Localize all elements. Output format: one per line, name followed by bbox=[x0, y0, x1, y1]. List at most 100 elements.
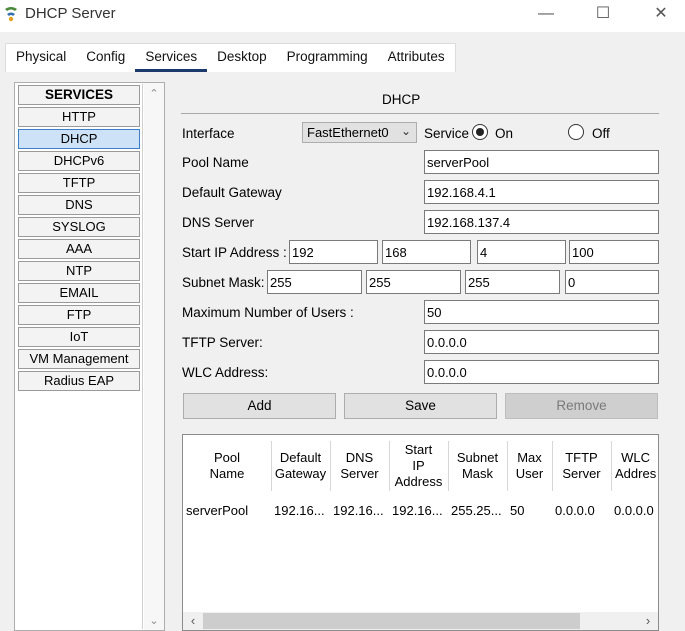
service-item-dhcp[interactable]: DHCP bbox=[18, 129, 140, 149]
table-cell: 192.16... bbox=[274, 503, 325, 518]
scroll-right-icon[interactable]: › bbox=[639, 612, 657, 630]
subnet-label: Subnet Mask: bbox=[182, 275, 265, 290]
column-header-label: WLC Addres bbox=[615, 450, 657, 481]
scroll-down-icon[interactable]: ⌄ bbox=[144, 612, 164, 630]
dns-label: DNS Server bbox=[182, 215, 255, 230]
service-off-label: Off bbox=[592, 126, 610, 141]
services-list-scrollbar[interactable]: ⌃ ⌄ bbox=[144, 83, 164, 630]
title-bar: DHCP Server — ☐ ✕ bbox=[0, 0, 685, 30]
service-item-email[interactable]: EMAIL bbox=[18, 283, 140, 303]
table-cell: 192.16... bbox=[392, 503, 443, 518]
service-item-radius-eap[interactable]: Radius EAP bbox=[18, 371, 140, 391]
dhcp-panel: DHCP Interface FastEthernet0 ⌄ Service O… bbox=[169, 82, 672, 631]
gateway-field[interactable]: 192.168.4.1 bbox=[424, 180, 659, 204]
tftp-label: TFTP Server: bbox=[182, 335, 263, 350]
service-on-radio[interactable] bbox=[472, 124, 488, 140]
services-list-items: SERVICES HTTP DHCP DHCPv6 TFTP DNS SYSLO… bbox=[16, 84, 143, 629]
column-header[interactable]: TFTP Server bbox=[552, 435, 611, 497]
table-cell: 192.16... bbox=[333, 503, 384, 518]
column-header-label: Pool Name bbox=[209, 450, 245, 481]
service-on-label: On bbox=[495, 126, 514, 141]
dns-field[interactable]: 192.168.137.4 bbox=[424, 210, 659, 234]
interface-label: Interface bbox=[182, 126, 235, 141]
column-header-label: TFTP Server bbox=[562, 450, 601, 481]
remove-button[interactable]: Remove bbox=[505, 393, 658, 419]
wlc-field[interactable]: 0.0.0.0 bbox=[424, 360, 659, 384]
start-ip-octet-4[interactable]: 100 bbox=[569, 240, 659, 264]
panel-title: DHCP bbox=[382, 92, 421, 107]
start-ip-octet-2[interactable]: 168 bbox=[382, 240, 471, 264]
table-cell: 0.0.0.0 bbox=[614, 503, 654, 518]
service-item-aaa[interactable]: AAA bbox=[18, 239, 140, 259]
wlc-label: WLC Address: bbox=[182, 365, 269, 380]
interface-value: FastEthernet0 bbox=[307, 125, 389, 140]
tab-list: Physical Config Services Desktop Program… bbox=[5, 43, 456, 72]
scrollbar-thumb[interactable] bbox=[203, 613, 580, 629]
service-item-ftp[interactable]: FTP bbox=[18, 305, 140, 325]
service-item-syslog[interactable]: SYSLOG bbox=[18, 217, 140, 237]
services-header: SERVICES bbox=[18, 85, 140, 105]
column-header[interactable]: Start IP Address bbox=[389, 435, 448, 497]
add-button[interactable]: Add bbox=[183, 393, 336, 419]
column-header[interactable]: DNS Server bbox=[330, 435, 389, 497]
pool-name-field[interactable]: serverPool bbox=[424, 150, 659, 174]
service-off-radio[interactable] bbox=[568, 124, 584, 140]
tab-desktop[interactable]: Desktop bbox=[207, 44, 277, 72]
table-cell: 0.0.0.0 bbox=[555, 503, 595, 518]
subnet-octet-1[interactable]: 255 bbox=[267, 270, 362, 294]
scroll-up-icon[interactable]: ⌃ bbox=[144, 85, 164, 103]
tab-programming[interactable]: Programming bbox=[277, 44, 378, 72]
column-header-label: Start IP Address bbox=[394, 442, 443, 489]
column-header[interactable]: Pool Name bbox=[183, 435, 271, 497]
column-header-label: Max User bbox=[515, 450, 544, 481]
column-header[interactable]: Subnet Mask bbox=[448, 435, 507, 497]
title-divider bbox=[181, 113, 659, 114]
window-title: DHCP Server bbox=[25, 5, 116, 22]
pool-table: Pool Name Default Gateway DNS Server Sta… bbox=[182, 434, 659, 631]
service-item-ntp[interactable]: NTP bbox=[18, 261, 140, 281]
services-list: SERVICES HTTP DHCP DHCPv6 TFTP DNS SYSLO… bbox=[14, 82, 165, 631]
service-label: Service bbox=[424, 126, 470, 141]
service-item-iot[interactable]: IoT bbox=[18, 327, 140, 347]
service-item-dhcpv6[interactable]: DHCPv6 bbox=[18, 151, 140, 171]
packet-tracer-icon bbox=[5, 7, 17, 22]
table-cell: 255.25... bbox=[451, 503, 502, 518]
service-item-dns[interactable]: DNS bbox=[18, 195, 140, 215]
subnet-octet-3[interactable]: 255 bbox=[465, 270, 560, 294]
start-ip-label: Start IP Address : bbox=[182, 245, 287, 260]
tab-attributes[interactable]: Attributes bbox=[378, 44, 455, 72]
column-header[interactable]: Max User bbox=[507, 435, 552, 497]
tab-physical[interactable]: Physical bbox=[6, 44, 76, 72]
max-users-label: Maximum Number of Users : bbox=[182, 305, 354, 320]
tab-config[interactable]: Config bbox=[76, 44, 135, 72]
save-button[interactable]: Save bbox=[344, 393, 497, 419]
start-ip-octet-1[interactable]: 192 bbox=[289, 240, 378, 264]
tab-bar: Physical Config Services Desktop Program… bbox=[0, 32, 685, 72]
service-item-http[interactable]: HTTP bbox=[18, 107, 140, 127]
table-cell: 50 bbox=[510, 503, 525, 518]
close-button[interactable]: ✕ bbox=[638, 0, 684, 30]
column-header[interactable]: WLC Addres bbox=[611, 435, 658, 497]
services-content: SERVICES HTTP DHCP DHCPv6 TFTP DNS SYSLO… bbox=[0, 72, 685, 631]
column-header[interactable]: Default Gateway bbox=[271, 435, 330, 497]
subnet-octet-4[interactable]: 0 bbox=[565, 270, 659, 294]
chevron-down-icon: ⌄ bbox=[400, 124, 411, 138]
maximize-button[interactable]: ☐ bbox=[580, 0, 626, 30]
service-item-tftp[interactable]: TFTP bbox=[18, 173, 140, 193]
scroll-left-icon[interactable]: ‹ bbox=[184, 612, 202, 630]
start-ip-octet-3[interactable]: 4 bbox=[477, 240, 566, 264]
tab-services[interactable]: Services bbox=[135, 44, 208, 72]
table-horizontal-scrollbar[interactable]: ‹ › bbox=[183, 612, 658, 630]
tftp-field[interactable]: 0.0.0.0 bbox=[424, 330, 659, 354]
subnet-octet-2[interactable]: 255 bbox=[366, 270, 461, 294]
interface-select[interactable]: FastEthernet0 ⌄ bbox=[302, 122, 417, 143]
max-users-field[interactable]: 50 bbox=[424, 300, 659, 324]
pool-name-label: Pool Name bbox=[182, 155, 249, 170]
column-header-label: Subnet Mask bbox=[456, 450, 499, 481]
column-header-label: Default Gateway bbox=[274, 450, 327, 481]
table-cell: serverPool bbox=[186, 503, 249, 518]
gateway-label: Default Gateway bbox=[182, 185, 282, 200]
minimize-button[interactable]: — bbox=[523, 0, 569, 30]
column-header-label: DNS Server bbox=[340, 450, 379, 481]
service-item-vm-management[interactable]: VM Management bbox=[18, 349, 140, 369]
